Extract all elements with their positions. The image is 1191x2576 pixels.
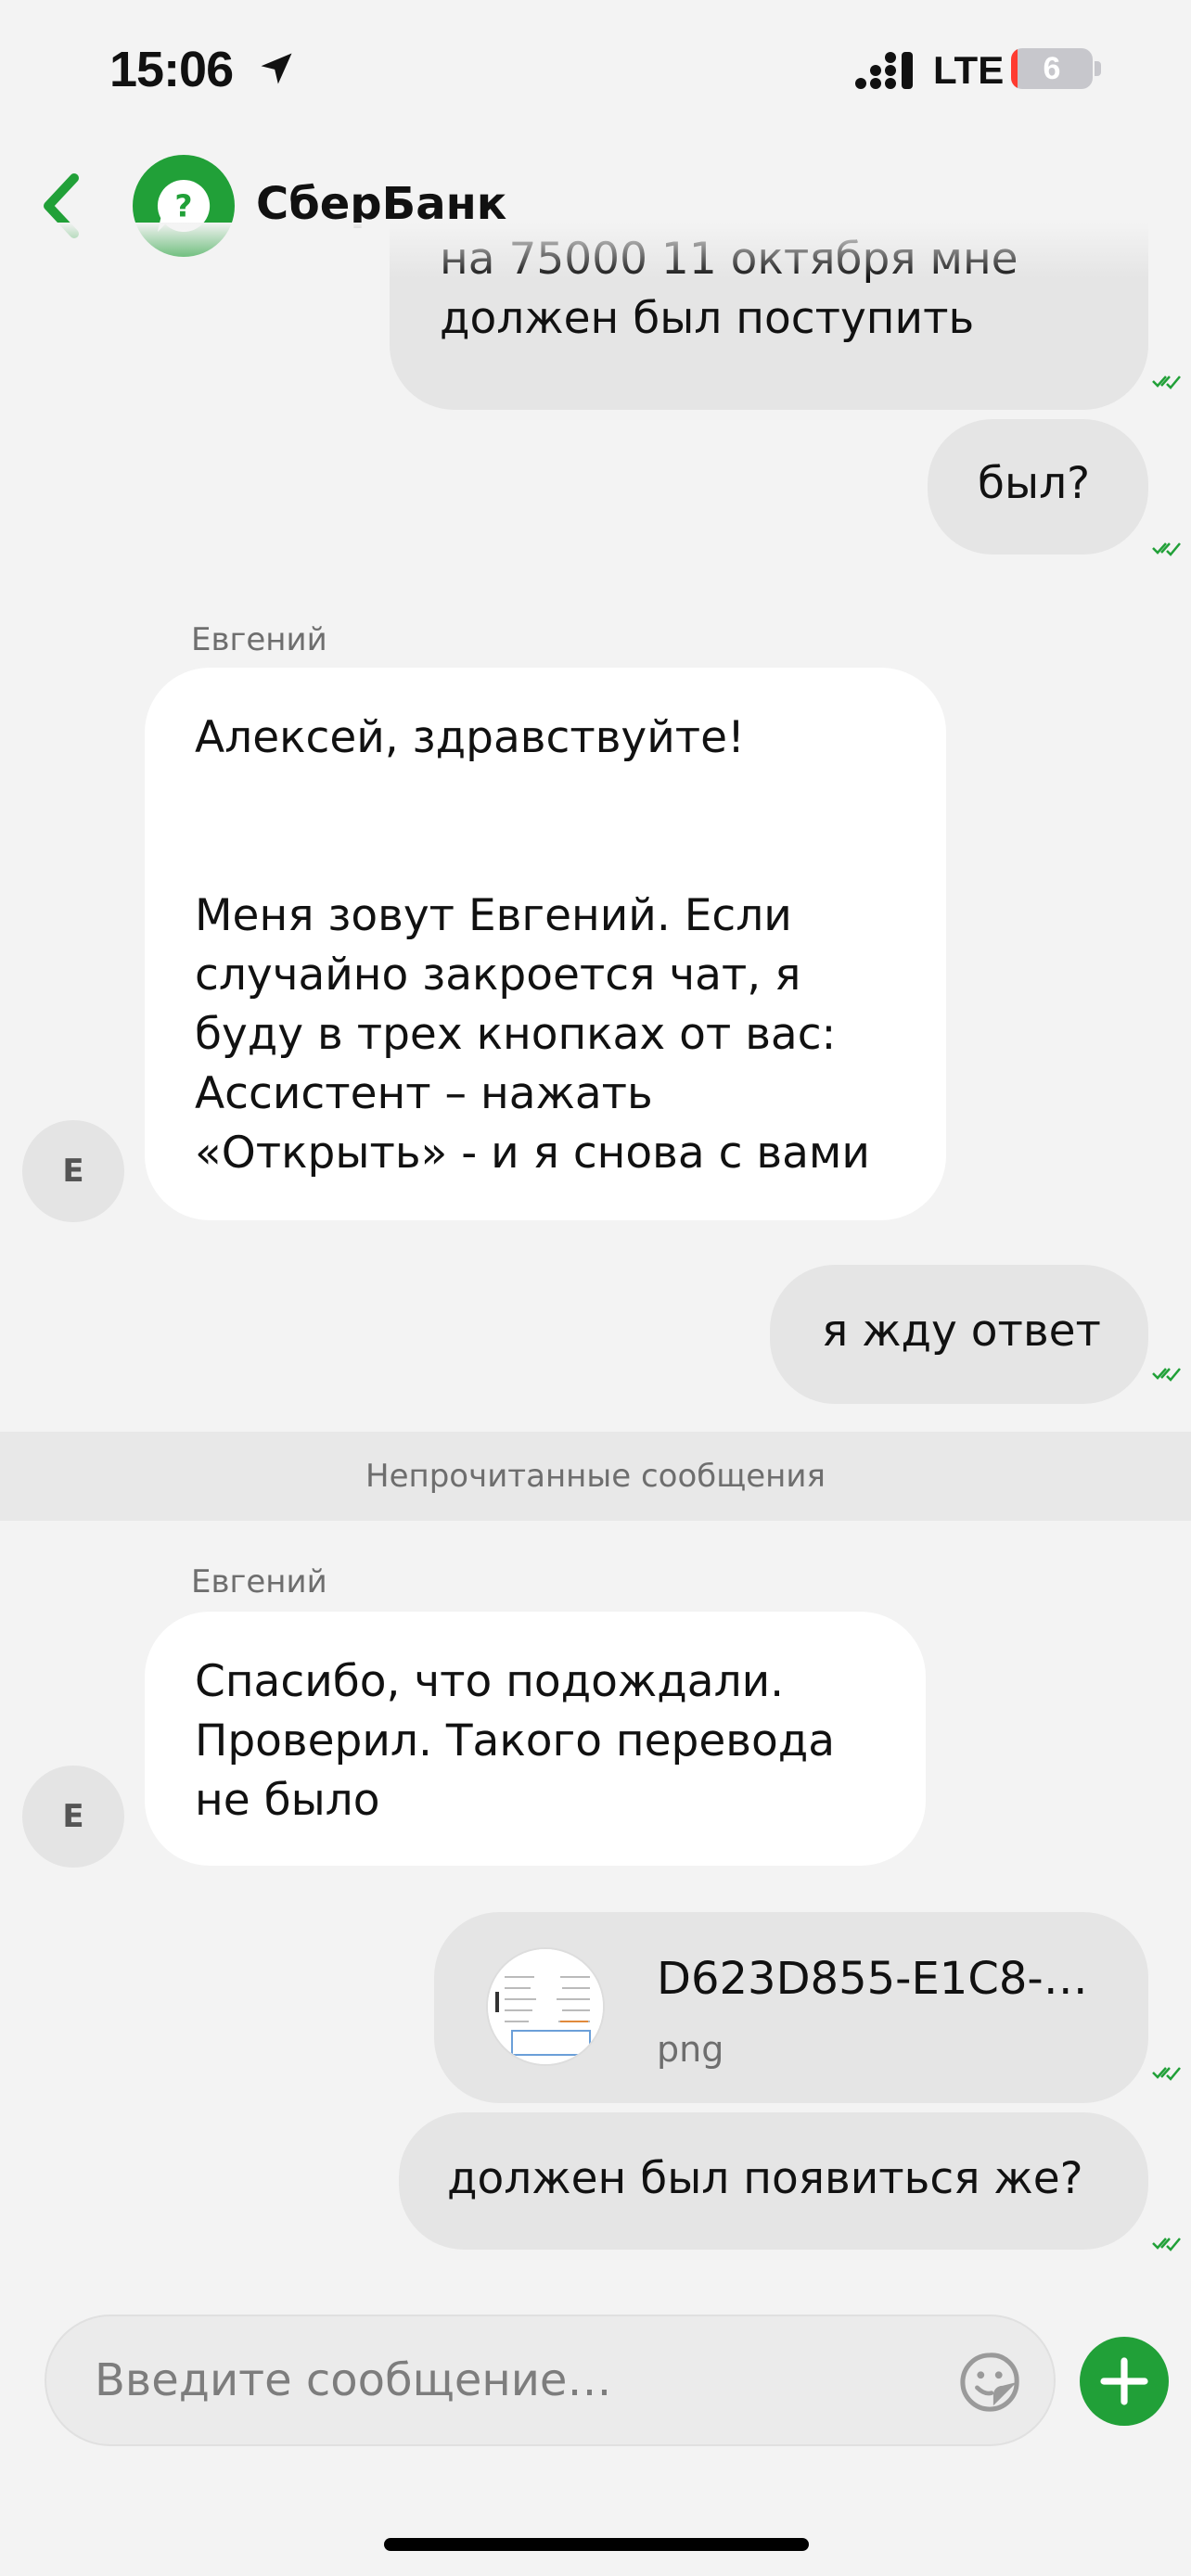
svg-text:?: ? (174, 188, 192, 224)
message-text: я жду ответ (822, 1306, 1101, 1357)
battery-icon: 6 (1011, 48, 1093, 89)
battery-cap (1095, 61, 1101, 76)
sender-avatar[interactable]: Е (22, 1766, 124, 1868)
scroll-fade (0, 223, 1191, 278)
unread-divider: Непрочитанные сообщения (0, 1432, 1191, 1521)
status-bar: 15:06 LTE 6 (0, 0, 1191, 139)
file-extension: png (657, 2029, 724, 2070)
message-text: должен был появиться же? (447, 2153, 1083, 2204)
battery-level: 6 (1043, 51, 1061, 86)
double-check-icon (1152, 542, 1181, 556)
signal-icon (855, 52, 913, 89)
message-bubble-outgoing[interactable]: должен был появиться же? (399, 2112, 1148, 2250)
network-type: LTE (933, 48, 1005, 92)
double-check-icon (1152, 376, 1181, 389)
message-composer[interactable] (45, 2315, 1056, 2446)
status-time: 15:06 (109, 42, 234, 97)
location-arrow-icon (261, 53, 292, 84)
home-indicator[interactable] (384, 2538, 809, 2551)
message-bubble-outgoing[interactable]: был? (928, 419, 1148, 555)
message-text: Спасибо, что подождали. Проверил. Такого… (195, 1656, 836, 1826)
double-check-icon (1152, 1368, 1181, 1382)
file-message-bubble[interactable]: D623D855-E1C8-… png (434, 1912, 1148, 2103)
sender-name: Евгений (191, 621, 327, 658)
document-preview-icon (488, 1949, 603, 2064)
message-input[interactable] (95, 2316, 929, 2444)
message-text: был? (978, 458, 1091, 509)
double-check-icon (1152, 2238, 1181, 2251)
plus-icon (1100, 2357, 1148, 2405)
message-bubble-incoming[interactable]: Спасибо, что подождали. Проверил. Такого… (145, 1612, 926, 1866)
message-text: Алексей, здравствуйте! Меня зовут Евгени… (195, 712, 870, 1179)
add-attachment-button[interactable] (1080, 2337, 1169, 2426)
sticker-icon[interactable] (959, 2352, 1020, 2413)
double-check-icon (1152, 2067, 1181, 2081)
sender-name: Евгений (191, 1563, 327, 1600)
sender-avatar[interactable]: Е (22, 1120, 124, 1222)
file-thumbnail[interactable] (486, 1947, 605, 2066)
file-name: D623D855-E1C8-… (657, 1953, 1088, 2005)
message-bubble-incoming[interactable]: Алексей, здравствуйте! Меня зовут Евгени… (145, 668, 946, 1220)
message-bubble-outgoing[interactable]: я жду ответ (770, 1265, 1148, 1404)
